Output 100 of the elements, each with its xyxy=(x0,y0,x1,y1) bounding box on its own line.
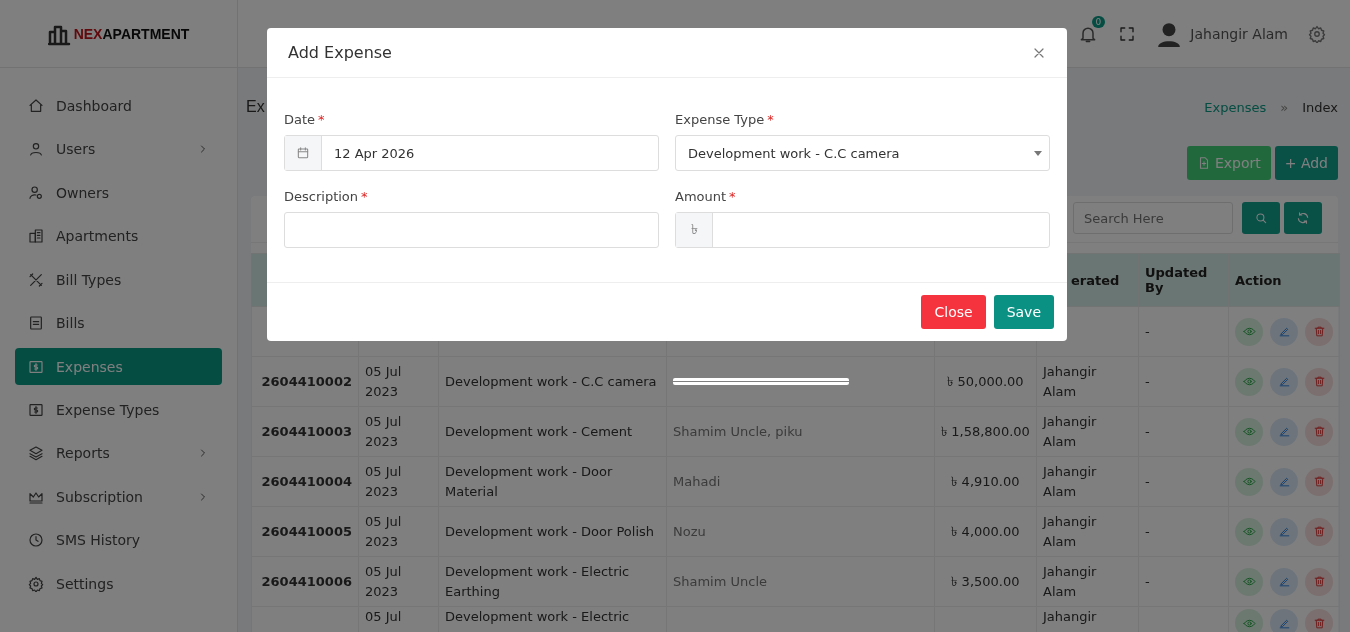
eye-icon xyxy=(1242,475,1256,488)
table-cell: ৳ 3,500.00 xyxy=(934,556,1037,607)
table-cell: Jahangir Alam xyxy=(1036,356,1139,407)
refresh-icon xyxy=(1296,211,1310,225)
select-field[interactable]: Development work - C.C camera xyxy=(675,135,1050,171)
layers-icon xyxy=(28,445,44,462)
table-cell: Development work - Door Polish xyxy=(438,506,667,557)
delete-button[interactable] xyxy=(1305,567,1333,596)
sidebar-item[interactable]: Users xyxy=(15,127,222,171)
edit-button[interactable] xyxy=(1270,367,1298,396)
table-cell: Jahangir Alam xyxy=(1036,456,1139,507)
field-label: Amount * xyxy=(675,189,737,204)
sidebar-item[interactable]: Expense Types xyxy=(15,388,222,432)
notification-badge: 0 xyxy=(1091,15,1106,28)
table-cell: Jahangir Alam xyxy=(1036,406,1139,457)
sidebar-item[interactable]: Bill Types xyxy=(15,258,222,302)
search-button[interactable] xyxy=(1242,202,1280,234)
page-title: Ex xyxy=(246,98,265,116)
sidebar-item[interactable]: Owners xyxy=(15,171,222,215)
text-field[interactable] xyxy=(284,212,659,248)
trash-icon xyxy=(1312,425,1326,438)
building-icon xyxy=(28,228,44,245)
trash-icon xyxy=(1312,475,1326,488)
table-cell: - xyxy=(1138,556,1229,607)
table-cell: Jahangir Alam xyxy=(1036,556,1139,607)
home-icon xyxy=(28,97,44,114)
users-icon xyxy=(28,184,44,201)
table-cell: Development work - C.C camera xyxy=(438,356,667,407)
save-button[interactable]: Save xyxy=(993,295,1054,329)
edit-button[interactable] xyxy=(1270,567,1298,596)
settings-button[interactable] xyxy=(1308,24,1326,43)
view-button[interactable] xyxy=(1235,417,1263,446)
table-cell: ৳ 4,000.00 xyxy=(934,506,1037,557)
date-field[interactable]: 12 Apr 2026 xyxy=(284,135,659,171)
sidebar-item[interactable]: Settings xyxy=(15,562,222,606)
table-cell: Shamim Uncle, piku xyxy=(666,406,935,457)
view-button[interactable] xyxy=(1235,517,1263,546)
table-cell: - xyxy=(1138,306,1229,357)
user-icon xyxy=(28,141,44,158)
table-cell: 05 Jul 2023 xyxy=(358,406,439,457)
sidebar-item[interactable]: Subscription xyxy=(15,475,222,519)
table-cell: 05 Jul 2023 xyxy=(358,356,439,407)
eye-icon xyxy=(1242,525,1256,538)
close-button[interactable]: Close xyxy=(921,295,986,329)
edit-button[interactable] xyxy=(1270,609,1298,632)
eye-icon xyxy=(1242,325,1256,338)
delete-button[interactable] xyxy=(1305,317,1333,346)
calendar-icon xyxy=(296,146,310,160)
fullscreen-icon xyxy=(1118,24,1137,43)
avatar-icon xyxy=(1156,20,1183,47)
table-cell: 05 Jul 2023 xyxy=(358,506,439,557)
table-cell: 05 Jul 2023 xyxy=(358,456,439,507)
sidebar-item[interactable]: SMS History xyxy=(15,518,222,562)
trash-icon xyxy=(1312,525,1326,538)
sidebar-item[interactable]: Apartments xyxy=(15,214,222,258)
money-icon xyxy=(28,401,44,418)
delete-button[interactable] xyxy=(1305,417,1333,446)
edit-button[interactable] xyxy=(1270,467,1298,496)
table-cell: ৳ 1,58,800.00 xyxy=(934,406,1037,457)
view-button[interactable] xyxy=(1235,567,1263,596)
sidebar-item[interactable]: Dashboard xyxy=(15,84,222,128)
amount-field[interactable]: ৳ xyxy=(675,212,1050,248)
table-cell: Shamim Uncle xyxy=(666,556,935,607)
delete-button[interactable] xyxy=(1305,467,1333,496)
edit-button[interactable] xyxy=(1270,517,1298,546)
field-label: Date * xyxy=(284,112,326,127)
trash-icon xyxy=(1312,375,1326,388)
view-button[interactable] xyxy=(1235,609,1263,632)
add-button[interactable]: + Add xyxy=(1274,146,1338,180)
view-button[interactable] xyxy=(1235,367,1263,396)
table-cell: 2604410004 xyxy=(251,456,359,507)
search-field[interactable]: Search Here xyxy=(1073,202,1233,234)
column-header: Updated By xyxy=(1138,253,1229,307)
view-button[interactable] xyxy=(1235,317,1263,346)
table-cell: Jahangir Alam xyxy=(1036,506,1139,557)
edit-button[interactable] xyxy=(1270,317,1298,346)
view-button[interactable] xyxy=(1235,467,1263,496)
column-header: Action xyxy=(1228,253,1340,307)
pencil-icon xyxy=(1277,375,1291,388)
eye-icon xyxy=(1242,425,1256,438)
edit-button[interactable] xyxy=(1270,417,1298,446)
delete-button[interactable] xyxy=(1305,517,1333,546)
logo-text: APARTMENT xyxy=(102,25,190,42)
trash-icon xyxy=(1312,325,1326,338)
trash-icon xyxy=(1312,575,1326,588)
sidebar-item[interactable]: Expenses xyxy=(15,348,222,385)
eye-icon xyxy=(1242,375,1256,388)
sidebar-item[interactable]: Bills xyxy=(15,301,222,345)
breadcrumb-link[interactable]: Expenses xyxy=(1204,99,1267,115)
breadcrumb-separator: » xyxy=(1280,99,1289,115)
delete-button[interactable] xyxy=(1305,609,1333,632)
user-name: Jahangir Alam xyxy=(1190,25,1288,42)
pencil-icon xyxy=(1277,575,1291,588)
sidebar-item[interactable]: Reports xyxy=(15,431,222,475)
delete-button[interactable] xyxy=(1305,367,1333,396)
pencil-icon xyxy=(1277,475,1291,488)
table-cell: Development work - Electric Earthing xyxy=(438,556,667,607)
table-cell: Development work - Cement xyxy=(438,406,667,457)
refresh-button[interactable] xyxy=(1284,202,1322,234)
pencil-icon xyxy=(1277,425,1291,438)
